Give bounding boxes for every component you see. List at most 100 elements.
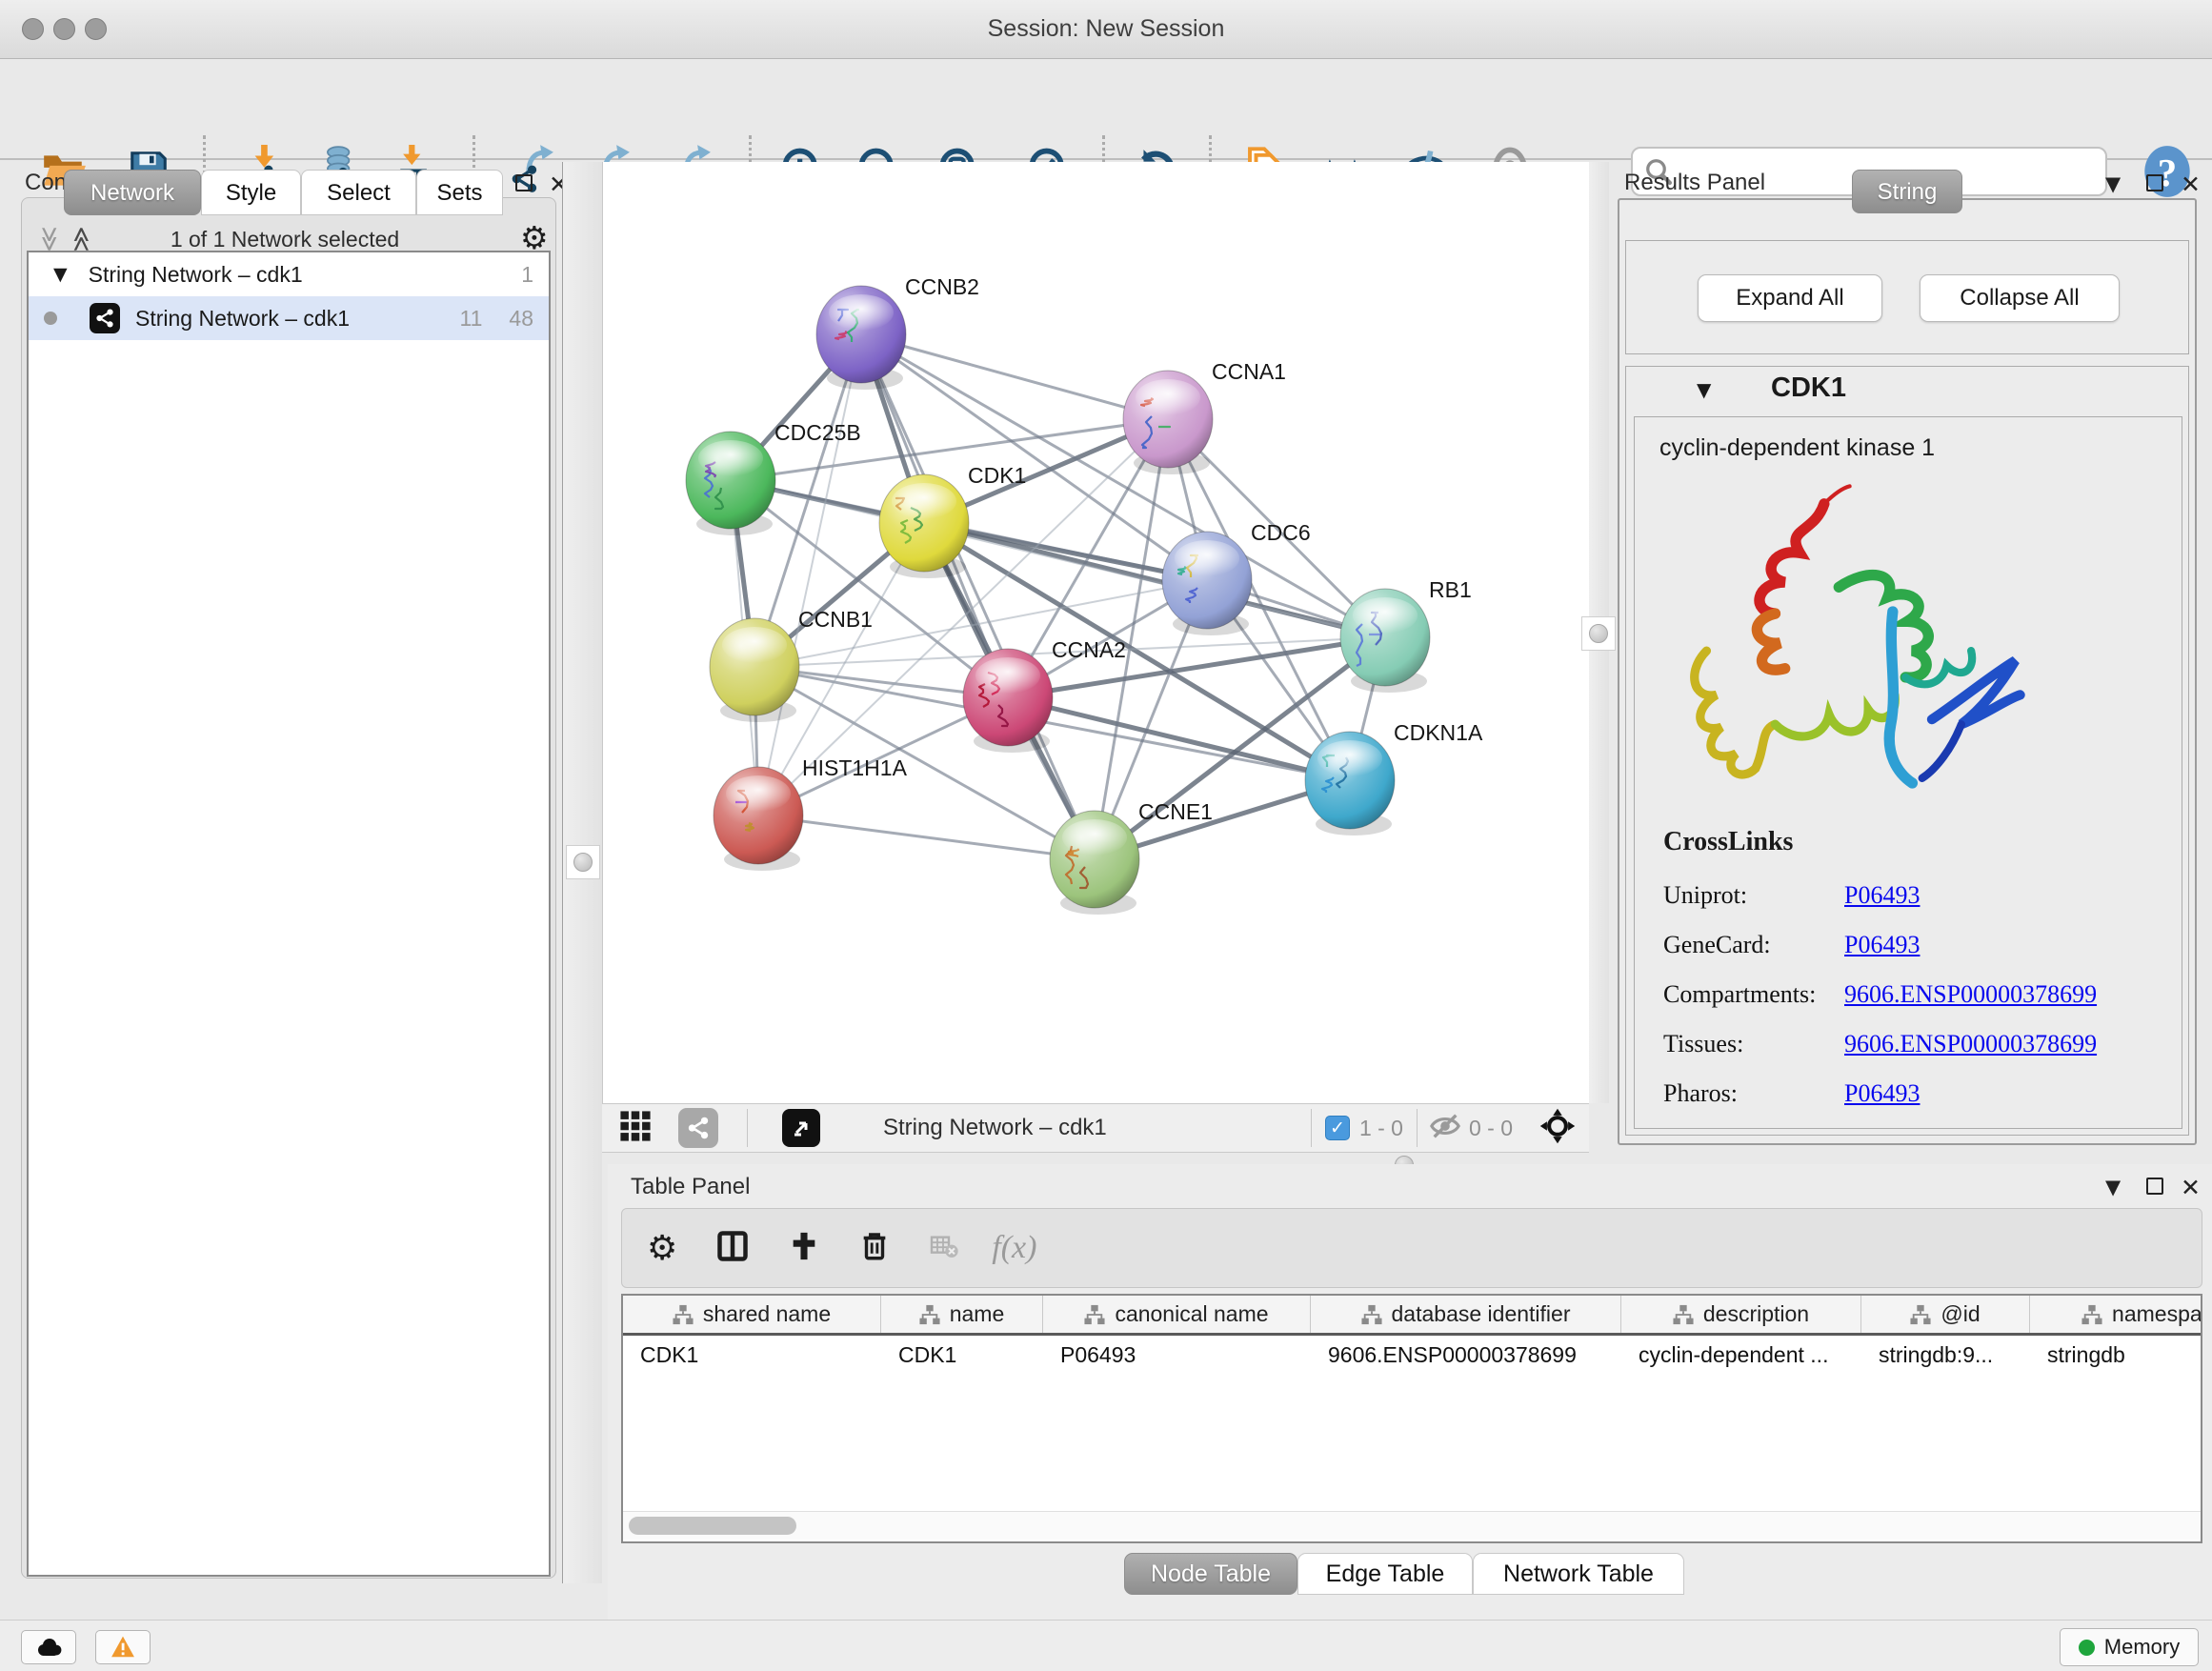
crosslinks-heading: CrossLinks [1663,827,2159,857]
table-cell[interactable]: stringdb [2030,1336,2202,1374]
crosslink-label: Pharos: [1663,1079,1844,1108]
collapse-all-button[interactable]: Collapse All [1920,274,2120,322]
node-label-CDK1: CDK1 [968,463,1026,488]
network-node-CDK1[interactable]: CDK1 [879,463,1026,578]
table-cell[interactable]: CDK1 [623,1336,881,1374]
network-node-RB1[interactable]: RB1 [1340,577,1472,693]
section-collapse-icon[interactable]: ▼ [1697,378,1711,401]
network-status-dot [44,312,57,325]
horizontal-scrollbar[interactable] [623,1511,2201,1540]
hidden-eye-icon [1429,1110,1461,1147]
network-tree-root-row[interactable]: ▼ String Network – cdk1 1 [29,252,549,296]
panel-float-icon[interactable] [2146,1178,2163,1199]
crosslink-link[interactable]: P06493 [1844,931,1920,959]
tab-edge-table[interactable]: Edge Table [1297,1553,1473,1595]
network-node-CCNB2[interactable]: CCNB2 [816,274,979,390]
gene-name: CDK1 [1771,372,1846,404]
network-view-toolbar: String Network – cdk1 ✓ 1 - 0 0 - 0 [602,1103,1589,1153]
left-splitter[interactable] [562,162,602,1583]
column-header-description[interactable]: description [1621,1296,1861,1333]
tab-sets[interactable]: Sets [416,170,503,215]
network-node-HIST1H1A[interactable]: HIST1H1A [714,755,908,871]
network-node-CDC25B[interactable]: CDC25B [686,420,861,535]
table-row[interactable]: CDK1CDK1P064939606.ENSP00000378699cyclin… [623,1336,2201,1374]
node-label-CDKN1A: CDKN1A [1394,720,1483,745]
column-header-sharedname[interactable]: shared name [623,1296,881,1333]
node-label-RB1: RB1 [1429,577,1472,602]
control-panel: Control Panel ▼ ✕ NetworkStyleSelectSets… [8,162,562,1583]
delete-column-icon[interactable] [858,1230,891,1267]
detach-view-icon[interactable] [782,1109,820,1147]
table-cell[interactable]: CDK1 [881,1336,1043,1374]
crosslink-row: Pharos:P06493 [1663,1069,2159,1118]
panel-close-icon[interactable]: ✕ [2181,171,2201,198]
panel-menu-icon[interactable]: ▼ [2105,172,2121,195]
cloud-button[interactable] [21,1630,76,1664]
tab-string[interactable]: String [1852,170,1962,213]
selected-checkbox-icon[interactable]: ✓ [1325,1116,1350,1140]
crosslink-link[interactable]: 9606.ENSP00000378699 [1844,1030,2097,1058]
crosslink-link[interactable]: 9606.ENSP00000378699 [1844,980,2097,1009]
network-icon [90,303,120,333]
network-node-CCNA2[interactable]: CCNA2 [963,637,1126,753]
panel-float-icon[interactable] [2146,174,2163,196]
network-canvas[interactable]: CCNB2CCNA1CDC25BCDK1CDC6RB1CCNB1CCNA2CDK… [602,162,1589,1103]
grid-view-icon[interactable] [619,1110,652,1147]
scrollbar-thumb[interactable] [629,1517,796,1535]
crosslink-link[interactable]: P06493 [1844,881,1920,910]
gene-section: ▼ CDK1 cyclin-dependent kinase 1 [1625,366,2189,1136]
table-cell[interactable]: 9606.ENSP00000378699 [1311,1336,1621,1374]
tree-collapse-icon[interactable]: ▼ [53,264,68,285]
table-cell[interactable]: P06493 [1043,1336,1311,1374]
table-panel-title: Table Panel [631,1174,750,1200]
right-splitter[interactable] [1589,162,1609,1103]
network-node-CDC6[interactable]: CDC6 [1162,520,1311,635]
network-node-CDKN1A[interactable]: CDKN1A [1305,720,1483,836]
network-view-icon[interactable] [678,1108,718,1148]
network-node-CCNB1[interactable]: CCNB1 [710,607,873,722]
view-title: String Network – cdk1 [883,1115,1107,1141]
table-cell[interactable]: cyclin-dependent ... [1621,1336,1861,1374]
view-toolbar-separator [747,1109,748,1147]
table-tabs: Node TableEdge TableNetwork Table [608,1553,2212,1597]
network-selection-status: 1 of 1 Network selected [8,227,562,252]
network-tree-row-selected[interactable]: String Network – cdk1 11 48 [29,296,549,340]
column-header-name[interactable]: name [881,1296,1043,1333]
crosslink-label: Tissues: [1663,1030,1844,1058]
warning-button[interactable] [95,1630,151,1664]
column-header-databaseidentifier[interactable]: database identifier [1311,1296,1621,1333]
crosslink-link[interactable]: P06493 [1844,1079,1920,1108]
tab-style[interactable]: Style [201,170,301,215]
column-header-canonicalname[interactable]: canonical name [1043,1296,1311,1333]
memory-label: Memory [2104,1635,2180,1660]
column-header-namespace[interactable]: namespace [2030,1296,2202,1333]
crosslink-row: Compartments:9606.ENSP00000378699 [1663,970,2159,1019]
birds-eye-icon[interactable] [1539,1108,1576,1149]
cloud-icon [34,1636,63,1659]
warning-icon [111,1635,135,1660]
tab-network-table[interactable]: Network Table [1473,1553,1684,1595]
column-header-id[interactable]: @id [1861,1296,2030,1333]
splitter-handle[interactable] [566,845,600,879]
tab-select[interactable]: Select [301,170,416,215]
network-node-CCNE1[interactable]: CCNE1 [1050,799,1213,915]
crosslink-label: Uniprot: [1663,881,1844,910]
function-builder-icon: f(x) [992,1230,1036,1266]
node-label-CDC6: CDC6 [1251,520,1311,545]
gene-description: cyclin-dependent kinase 1 [1659,434,1935,462]
hidden-count: 0 - 0 [1469,1116,1513,1141]
selected-count: 1 - 0 [1359,1116,1403,1141]
panel-menu-icon[interactable]: ▼ [2105,1176,2121,1198]
expand-all-button[interactable]: Expand All [1698,274,1882,322]
memory-button[interactable]: Memory [2060,1628,2199,1666]
tab-node-table[interactable]: Node Table [1124,1553,1297,1595]
add-column-icon[interactable] [788,1230,820,1267]
tab-network[interactable]: Network [64,170,201,215]
protein-structure-image[interactable] [1663,474,2063,817]
table-cell[interactable]: stringdb:9... [1861,1336,2030,1374]
show-columns-icon[interactable] [715,1229,750,1268]
node-label-CCNB2: CCNB2 [905,274,979,299]
table-gear-icon[interactable]: ⚙ [647,1229,677,1268]
window-title: Session: New Session [0,15,2212,43]
panel-close-icon[interactable]: ✕ [2181,1174,2201,1201]
